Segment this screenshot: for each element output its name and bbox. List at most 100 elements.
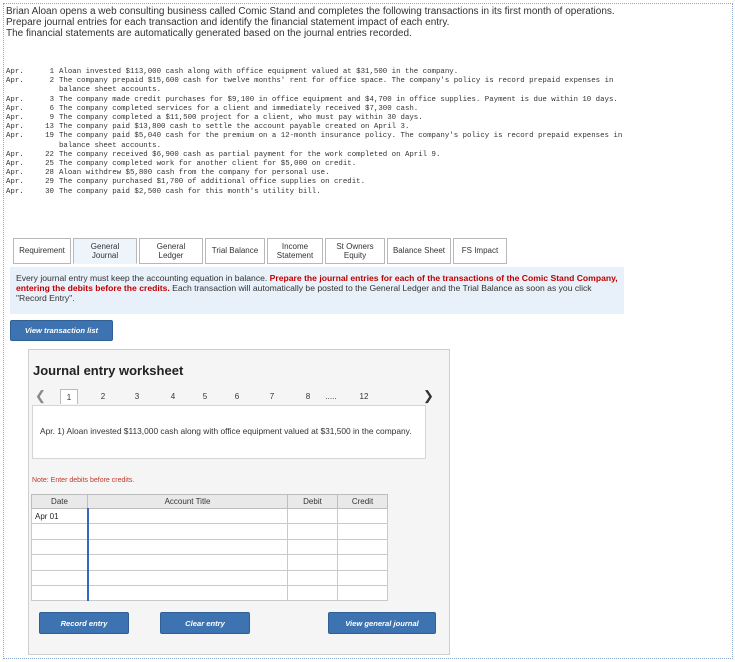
view-transaction-list-button[interactable]: View transaction list — [10, 320, 113, 341]
journal-entry-worksheet: Journal entry worksheet ❮ 1 2 3 4 5 6 7 … — [28, 349, 450, 655]
transaction-text: The company completed services for a cli… — [59, 104, 419, 113]
debit-input[interactable] — [287, 507, 338, 525]
tab-income-statement[interactable]: Income Statement — [267, 238, 323, 264]
journal-row — [31, 523, 388, 540]
transaction-description: Apr. 1) Aloan invested $113,000 cash alo… — [32, 405, 426, 459]
tab-label: General — [90, 241, 120, 251]
col-credit: Credit — [337, 494, 388, 509]
page-ellipsis: ..... — [325, 392, 337, 401]
tab-label-2: Equity — [343, 251, 367, 260]
tab-fs-impact[interactable]: FS Impact — [453, 238, 507, 264]
transaction-item: Apr. 1 Aloan invested $113,000 cash along … — [6, 68, 636, 77]
credit-input[interactable] — [337, 584, 388, 602]
tab-balance-sheet[interactable]: Balance Sheet — [387, 238, 451, 264]
transaction-date: Apr. — [6, 77, 24, 86]
tab-general-ledger[interactable]: General Ledger — [139, 238, 203, 264]
tab-label: Balance Sheet — [392, 246, 446, 256]
transaction-pager: ❮ 1 2 3 4 5 6 7 8 ..... 12 ❯ — [29, 388, 449, 404]
transaction-number: 29 — [45, 178, 54, 187]
transaction-number: 9 — [49, 114, 54, 123]
page-1[interactable]: 1 — [60, 389, 78, 404]
credit-input[interactable] — [337, 507, 388, 525]
tab-st-owners-equity[interactable]: St Owners Equity — [325, 238, 385, 264]
page-6[interactable]: 6 — [228, 389, 246, 404]
tab-label: Income — [281, 241, 309, 251]
page-12[interactable]: 12 — [355, 389, 373, 404]
debit-input[interactable] — [287, 569, 338, 586]
page-3[interactable]: 3 — [128, 389, 146, 404]
account-title-input[interactable] — [86, 584, 288, 602]
transaction-date: Apr. — [6, 114, 24, 123]
intro-line-3: The financial statements are automatical… — [6, 28, 412, 39]
transaction-number: 13 — [45, 123, 54, 132]
intro-line-2: Prepare journal entries for each transac… — [6, 17, 450, 28]
debit-input[interactable] — [287, 538, 338, 556]
debits-note: Note: Enter debits before credits. — [32, 477, 135, 484]
transaction-number: 3 — [49, 95, 54, 104]
journal-row: Apr 01 — [31, 507, 388, 525]
transaction-item: Apr. 9 The company completed a $11,500 pro… — [6, 114, 636, 123]
tab-general-journal[interactable]: General Journal — [73, 238, 137, 264]
journal-row — [31, 569, 388, 586]
transaction-text: The company completed a $11,500 project … — [59, 114, 423, 123]
account-title-input[interactable] — [86, 538, 288, 556]
transaction-number: 19 — [45, 132, 54, 141]
transaction-date: Apr. — [6, 160, 24, 169]
record-entry-button[interactable]: Record entry — [39, 612, 129, 634]
transaction-item: Apr. 29 The company purchased $1,700 of ad… — [6, 178, 636, 187]
credit-input[interactable] — [337, 538, 388, 556]
journal-row — [31, 538, 388, 556]
transaction-text: Apr. 1) Aloan invested $113,000 cash alo… — [40, 426, 412, 436]
transaction-date: Apr. — [6, 150, 24, 159]
tab-label: Trial Balance — [211, 246, 259, 256]
col-debit: Debit — [287, 494, 338, 509]
date-cell: Apr 01 — [31, 507, 88, 525]
account-title-input[interactable] — [86, 554, 288, 571]
date-cell — [31, 538, 88, 556]
worksheet-title: Journal entry worksheet — [33, 363, 184, 378]
debit-input[interactable] — [287, 554, 338, 571]
clear-entry-button[interactable]: Clear entry — [160, 612, 250, 634]
account-title-input[interactable] — [86, 507, 288, 525]
debit-input[interactable] — [287, 523, 338, 540]
transaction-date: Apr. — [6, 187, 24, 196]
credit-input[interactable] — [337, 554, 388, 571]
problem-intro: Brian Aloan opens a web consulting busin… — [6, 6, 646, 39]
col-date: Date — [31, 494, 88, 509]
transaction-number: 1 — [49, 68, 54, 76]
page-2[interactable]: 2 — [94, 389, 112, 404]
transaction-number: 30 — [45, 187, 54, 196]
journal-row — [31, 584, 388, 602]
transaction-number: 2 — [49, 77, 54, 86]
chevron-left-icon[interactable]: ❮ — [35, 388, 46, 404]
account-title-input[interactable] — [86, 523, 288, 540]
transaction-item: Apr. 13 The company paid $13,800 cash to s… — [6, 123, 636, 132]
account-title-input[interactable] — [86, 569, 288, 586]
transaction-text: The company paid $2,500 cash for this mo… — [59, 187, 321, 196]
date-cell — [31, 569, 88, 586]
transaction-text: Aloan withdrew $5,800 cash from the comp… — [59, 169, 330, 178]
tab-label: FS Impact — [461, 246, 499, 256]
transaction-number: 28 — [45, 169, 54, 178]
credit-input[interactable] — [337, 569, 388, 586]
transaction-text: The company purchased $1,700 of addition… — [59, 178, 366, 187]
transaction-text: The company prepaid $15,600 cash for twe… — [59, 77, 614, 95]
transaction-date: Apr. — [6, 123, 24, 132]
date-cell — [31, 554, 88, 571]
page-8[interactable]: 8 — [299, 389, 317, 404]
view-general-journal-button[interactable]: View general journal — [328, 612, 436, 634]
transaction-date: Apr. — [6, 178, 24, 187]
transaction-item: Apr. 19 The company paid $5,040 cash for t… — [6, 132, 636, 150]
tab-trial-balance[interactable]: Trial Balance — [205, 238, 265, 264]
date-cell — [31, 523, 88, 540]
date-cell — [31, 584, 88, 602]
page-7[interactable]: 7 — [263, 389, 281, 404]
journal-row — [31, 554, 388, 571]
col-account-title: Account Title — [87, 494, 288, 509]
credit-input[interactable] — [337, 523, 388, 540]
chevron-right-icon[interactable]: ❯ — [423, 388, 434, 404]
page-5[interactable]: 5 — [196, 389, 214, 404]
page-4[interactable]: 4 — [164, 389, 182, 404]
tab-requirement[interactable]: Requirement — [13, 238, 71, 264]
debit-input[interactable] — [287, 584, 338, 602]
